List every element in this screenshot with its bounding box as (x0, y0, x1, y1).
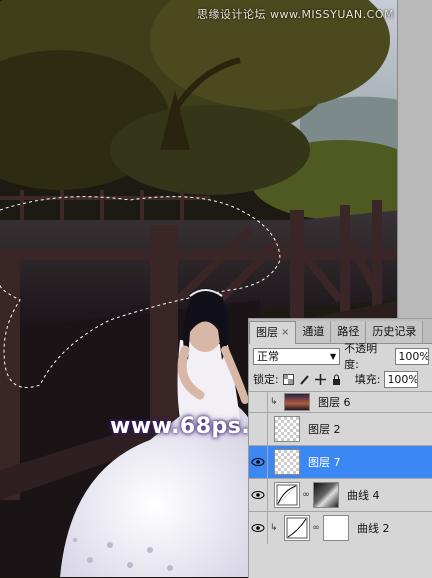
layer-row-selected[interactable]: 图层 7 (249, 445, 432, 478)
layers-list: ↳ 图层 6 图层 2 图层 7 ∞ 曲线 4 ↳ ∞ 曲线 2 (249, 391, 432, 544)
opacity-label: 不透明度: (344, 342, 378, 371)
visibility-toggle[interactable] (249, 392, 268, 412)
tab-channels[interactable]: 通道 (296, 321, 332, 343)
clip-arrow-icon: ↳ (270, 397, 278, 407)
link-icon: ∞ (302, 490, 310, 500)
fill-field[interactable]: 100% (384, 370, 419, 388)
lock-transparent-icon[interactable] (283, 373, 295, 385)
layer-name: 曲线 4 (347, 489, 380, 502)
lock-move-icon[interactable] (315, 373, 327, 385)
lock-label: 锁定: (253, 373, 279, 386)
fill-label: 填充: (354, 373, 381, 386)
lock-brush-icon[interactable] (299, 373, 311, 385)
layer-row[interactable]: 图层 2 (249, 412, 432, 445)
eye-icon (251, 458, 265, 466)
watermark-top-text: 思缘设计论坛 www.MISSYUAN.COM (196, 8, 394, 21)
blend-mode-select[interactable]: 正常 ▼ (253, 347, 341, 365)
blend-mode-value: 正常 (257, 350, 279, 363)
clip-arrow-icon: ↳ (270, 523, 278, 533)
scroll-strip[interactable] (397, 0, 432, 318)
tab-label: 通道 (302, 325, 325, 338)
layers-panel: 图层 × 通道 路径 历史记录 正常 ▼ 不透明度: 100% 锁定: 填充: … (248, 318, 432, 578)
layer-name: 图层 7 (308, 456, 341, 469)
layer-thumbnail (274, 449, 300, 475)
layer-mask-thumbnail[interactable] (323, 515, 349, 541)
eye-icon (251, 491, 265, 499)
layer-name: 图层 6 (318, 396, 351, 409)
tab-layers[interactable]: 图层 × (249, 321, 297, 344)
layer-mask-thumbnail[interactable] (313, 482, 339, 508)
layer-name: 曲线 2 (357, 522, 390, 535)
layer-thumbnail (274, 416, 300, 442)
visibility-toggle[interactable] (249, 479, 268, 511)
opacity-field[interactable]: 100% (395, 347, 429, 365)
chevron-down-icon: ▼ (329, 351, 337, 361)
lock-all-icon[interactable] (331, 373, 343, 385)
eye-icon (251, 524, 265, 532)
visibility-toggle[interactable] (249, 512, 268, 544)
layer-row[interactable]: ↳ ∞ 曲线 2 (249, 511, 432, 544)
layer-row[interactable]: ∞ 曲线 4 (249, 478, 432, 511)
lock-row: 锁定: 填充: 100% (249, 368, 432, 390)
tab-label: 图层 (256, 326, 278, 339)
panel-tabs: 图层 × 通道 路径 历史记录 (249, 319, 432, 344)
close-icon[interactable]: × (281, 322, 289, 344)
curves-adjustment-icon (274, 482, 300, 508)
curves-adjustment-icon (284, 515, 310, 541)
layer-row[interactable]: ↳ 图层 6 (249, 391, 432, 412)
visibility-toggle[interactable] (249, 446, 268, 478)
link-icon: ∞ (312, 523, 320, 533)
layer-thumbnail (284, 393, 310, 411)
blend-row: 正常 ▼ 不透明度: 100% (249, 342, 432, 371)
visibility-toggle[interactable] (249, 413, 268, 445)
layer-name: 图层 2 (308, 423, 341, 436)
